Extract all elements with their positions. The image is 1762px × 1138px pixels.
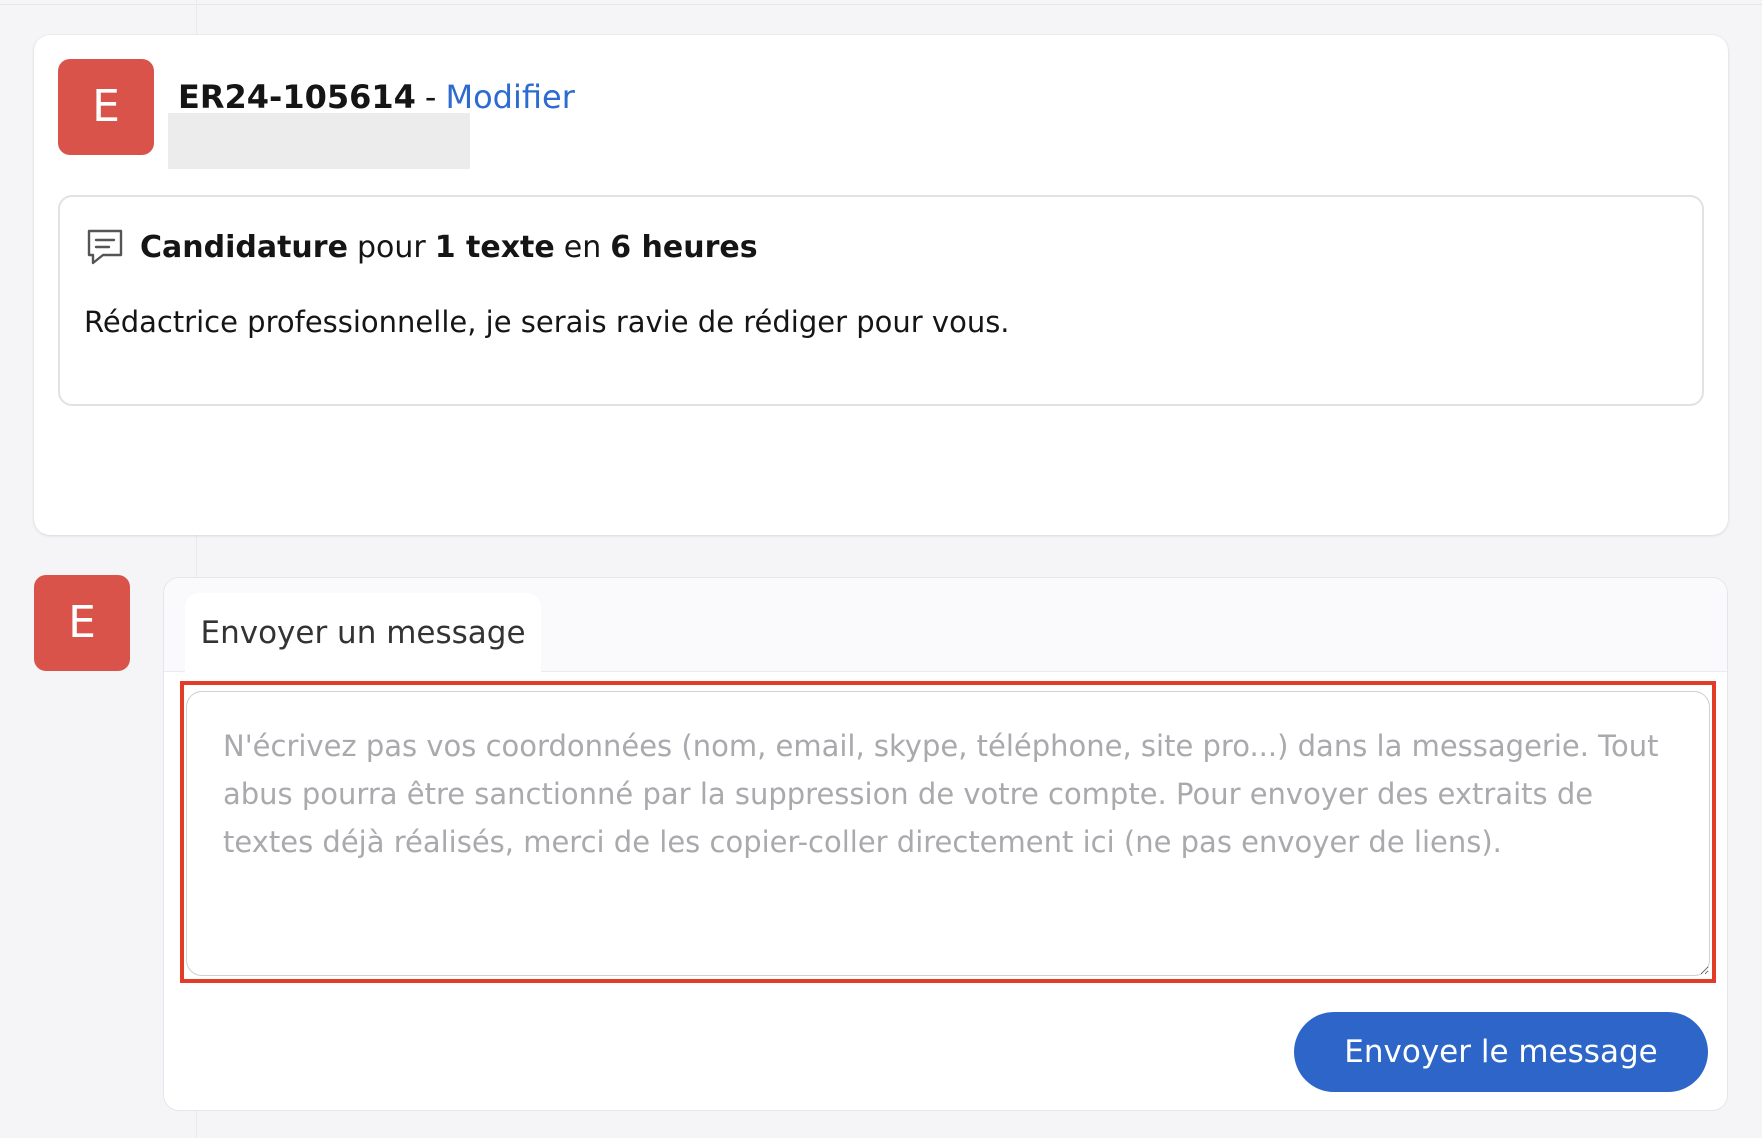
bid-word-in: en — [563, 229, 602, 265]
order-avatar: E — [58, 59, 154, 155]
message-composer: Envoyer un message Envoyer le message — [163, 577, 1728, 1111]
order-card: E ER24-105614 - Modifier Candidature pou… — [34, 35, 1728, 535]
message-textarea[interactable] — [186, 691, 1710, 976]
bid-headline: Candidature pour 1 texte en 6 heures — [84, 225, 758, 269]
top-divider — [0, 0, 1762, 5]
bid-label: Candidature — [140, 229, 348, 265]
send-message-button[interactable]: Envoyer le message — [1294, 1012, 1708, 1092]
redacted-subtitle — [168, 113, 470, 169]
bid-message: Rédactrice professionnelle, je serais ra… — [84, 305, 1010, 339]
bid-quantity: 1 texte — [434, 229, 555, 265]
bid-word-for: pour — [356, 229, 426, 265]
bid-summary: Candidature pour 1 texte en 6 heures Réd… — [58, 195, 1704, 406]
edit-order-link[interactable]: Modifier — [445, 78, 574, 116]
page: E ER24-105614 - Modifier Candidature pou… — [0, 0, 1762, 1138]
bid-duration: 6 heures — [610, 229, 758, 265]
composer-avatar: E — [34, 575, 130, 671]
tab-send-message[interactable]: Envoyer un message — [185, 593, 541, 673]
order-separator: - — [424, 78, 437, 116]
order-reference: ER24-105614 — [178, 78, 416, 116]
speech-bubble-icon — [84, 226, 126, 268]
composer-tabs: Envoyer un message — [164, 578, 1727, 673]
